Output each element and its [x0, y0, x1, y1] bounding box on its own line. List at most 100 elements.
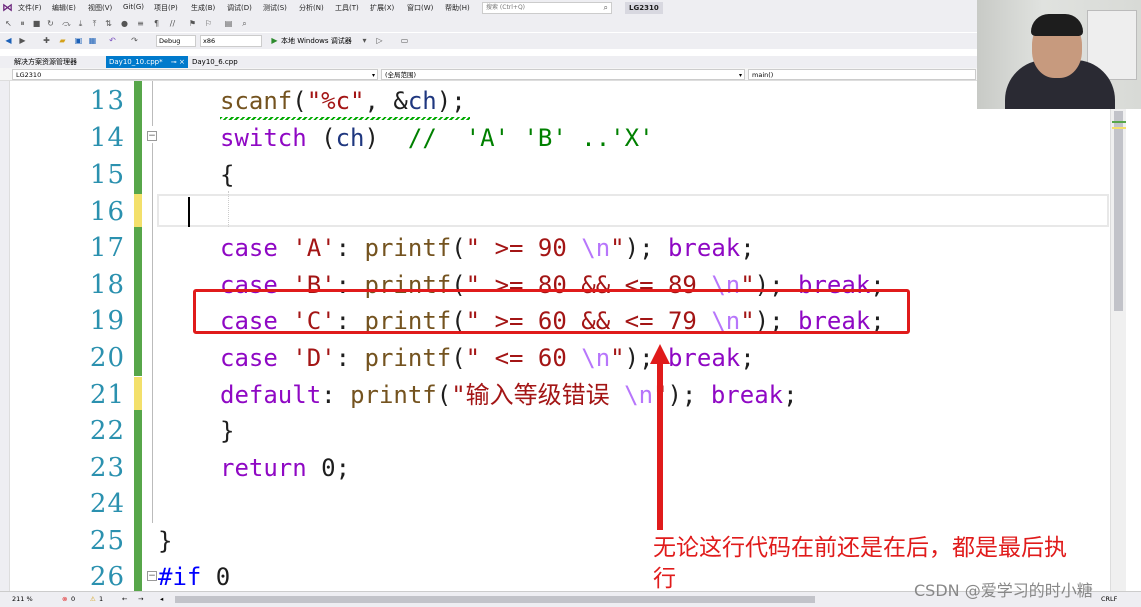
find-icon[interactable]: ⌕ [240, 19, 249, 28]
collapse-icon[interactable]: − [147, 131, 157, 141]
pause-icon[interactable]: ⏸ [18, 19, 27, 28]
save-icon[interactable]: ▣ [74, 36, 83, 45]
collapse-icon[interactable]: − [147, 571, 157, 581]
restart-icon[interactable]: ↻ [46, 19, 55, 28]
run-icon[interactable]: ▶ [270, 36, 279, 45]
code-editor[interactable]: 13 14 15 16 17 18 19 20 21 22 23 24 25 2… [10, 81, 1141, 592]
scrollbar-thumb[interactable] [1114, 111, 1123, 311]
save-all-icon[interactable]: ▦ [88, 36, 97, 45]
code-line-23: return 0; [220, 454, 351, 482]
member-value: main() [752, 71, 774, 79]
bookmark-icon[interactable]: ⚑ [188, 19, 197, 28]
thread-icon[interactable]: ≡ [136, 19, 145, 28]
redo-icon[interactable]: ↷ [130, 36, 139, 45]
watermark: CSDN @爱学习的时小糖 [914, 581, 1093, 600]
config-value: Debug [159, 37, 181, 45]
line-number: 24 [89, 489, 125, 519]
tab-solution-explorer[interactable]: 解决方案资源管理器 [11, 56, 80, 68]
unsaved-change-marker [134, 194, 142, 227]
menu-tools[interactable]: 工具(T) [335, 3, 359, 13]
chevron-down-icon: ▾ [371, 72, 375, 79]
close-icon[interactable]: × [179, 58, 185, 66]
line-number: 23 [89, 453, 125, 483]
menu-debug[interactable]: 调试(D) [227, 3, 252, 13]
unsaved-change-marker [134, 377, 142, 410]
run-dropdown-icon[interactable]: ▾ [360, 36, 369, 45]
indent-guide [228, 191, 229, 227]
config-select[interactable]: Debug [156, 35, 196, 47]
line-number: 13 [89, 86, 125, 116]
visual-studio-logo-icon: ⋈ [2, 1, 13, 14]
line-number: 22 [89, 416, 125, 446]
menu-extensions[interactable]: 扩展(X) [370, 3, 394, 13]
toolbar-standard: ◀ ▶ ✚ ▰ ▣ ▦ ↶ ↷ Debug x86 ▶ 本地 Windows 调… [0, 33, 1141, 49]
saved-change-marker [134, 410, 142, 591]
saved-change-marker [134, 81, 142, 194]
run-button[interactable]: 本地 Windows 调试器 [281, 36, 352, 46]
new-item-icon[interactable]: ✚ [42, 36, 51, 45]
breakpoint-icon[interactable]: ● [120, 19, 129, 28]
hex-icon[interactable]: ⇅ [104, 19, 113, 28]
nav-back-icon[interactable]: ← [122, 595, 127, 603]
code-line-22: } [220, 417, 235, 445]
document-tabs: 解决方案资源管理器 Day10_10.cpp* ⊸ × Day10_6.cpp [0, 56, 1141, 68]
tab-day10-10[interactable]: Day10_10.cpp* ⊸ × [106, 56, 188, 68]
open-folder-icon[interactable]: ▰ [58, 36, 67, 45]
webcam-overlay [977, 0, 1141, 109]
menu-help[interactable]: 帮助(H) [445, 3, 470, 13]
forward-icon[interactable]: ▶ [18, 36, 27, 45]
stop-icon[interactable]: ■ [32, 19, 41, 28]
menu-view[interactable]: 视图(V) [88, 3, 112, 13]
horizontal-scrollbar[interactable] [175, 596, 815, 603]
line-number: 16 [89, 197, 125, 227]
scroll-change-marker [1112, 127, 1126, 129]
member-dropdown[interactable]: main() [748, 69, 976, 80]
line-ending[interactable]: CRLF [1101, 595, 1117, 603]
project-value: LG2310 [16, 71, 42, 79]
platform-select[interactable]: x86 [200, 35, 262, 47]
save-file-icon[interactable]: ▤ [224, 19, 233, 28]
warning-icon[interactable]: ⚠ [90, 595, 96, 603]
back-icon[interactable]: ◀ [4, 36, 13, 45]
undo-icon[interactable]: ↶ [108, 36, 117, 45]
menu-test[interactable]: 测试(S) [263, 3, 287, 13]
chevron-down-icon: ▾ [738, 72, 742, 79]
scroll-left-icon[interactable]: ◂ [160, 595, 163, 603]
current-line-highlight [157, 194, 1109, 227]
menu-build[interactable]: 生成(B) [191, 3, 215, 13]
menu-window[interactable]: 窗口(W) [407, 3, 433, 13]
error-count[interactable]: 0 [71, 595, 75, 603]
solution-name-badge: LG2310 [625, 2, 663, 14]
scope-dropdown[interactable]: (全局范围) ▾ [381, 69, 745, 80]
warning-count[interactable]: 1 [99, 595, 103, 603]
bookmark-next-icon[interactable]: ⚐ [204, 19, 213, 28]
search-input[interactable]: 搜索 (Ctrl+Q) ⌕ [482, 2, 612, 14]
arrow-shaft [657, 360, 663, 530]
menu-project[interactable]: 项目(P) [154, 3, 178, 13]
run-without-debug-icon[interactable]: ▷ [375, 36, 384, 45]
fold-guide [152, 81, 153, 126]
pointer-icon[interactable]: ↖ [4, 19, 13, 28]
error-icon[interactable]: ⊗ [62, 595, 67, 603]
step-into-icon[interactable]: ⤓ [76, 19, 85, 28]
text-caret [188, 197, 190, 227]
vertical-scrollbar[interactable] [1110, 81, 1126, 591]
layout-icon[interactable]: ▭ [400, 36, 409, 45]
menu-git[interactable]: Git(G) [123, 3, 144, 11]
comment-icon[interactable]: // [168, 19, 177, 28]
nav-forward-icon[interactable]: → [138, 595, 143, 603]
fold-guide [152, 143, 153, 523]
tab-day10-6[interactable]: Day10_6.cpp [189, 56, 241, 68]
code-line-14: switch (ch) // 'A' 'B' ..'X' [220, 124, 654, 152]
menu-file[interactable]: 文件(F) [18, 3, 42, 13]
search-icon: ⌕ [603, 3, 608, 12]
zoom-level[interactable]: 211 % [12, 595, 33, 603]
menu-edit[interactable]: 编辑(E) [52, 3, 76, 13]
format-icon[interactable]: ¶ [152, 19, 161, 28]
step-out-icon[interactable]: ⤒ [90, 19, 99, 28]
project-dropdown[interactable]: LG2310 ▾ [12, 69, 378, 80]
side-tool-strip[interactable] [0, 56, 10, 596]
menu-analyze[interactable]: 分析(N) [299, 3, 324, 13]
pin-icon[interactable]: ⊸ [171, 58, 177, 66]
step-over-icon[interactable]: ⤼ [62, 19, 71, 28]
